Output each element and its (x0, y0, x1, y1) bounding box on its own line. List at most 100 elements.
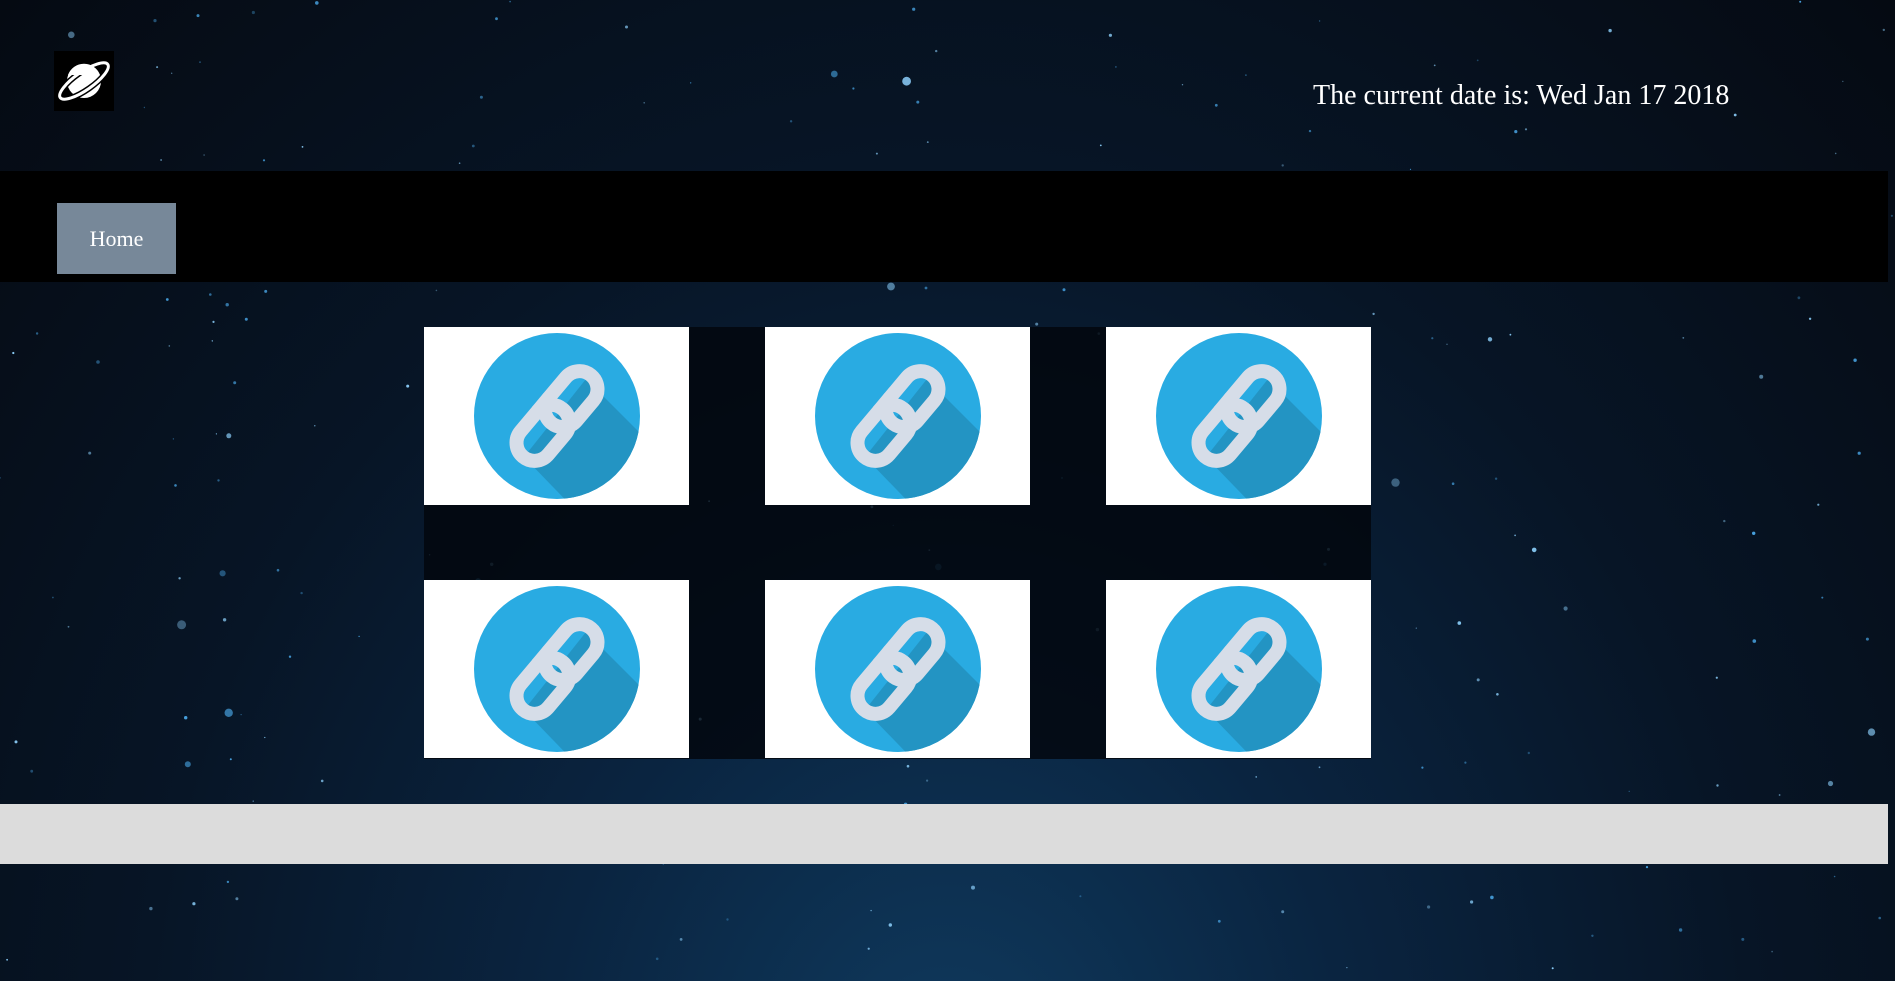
star (224, 708, 233, 717)
star (1752, 531, 1756, 535)
star (14, 740, 18, 744)
current-date-text: The current date is: Wed Jan 17 2018 (1313, 80, 1730, 111)
star (1451, 482, 1455, 486)
star (935, 49, 938, 53)
star (1281, 164, 1284, 167)
link-icon (815, 329, 981, 503)
star (926, 779, 929, 782)
star (1308, 129, 1312, 133)
star (88, 451, 92, 455)
star (0, 477, 1, 479)
star (435, 289, 438, 292)
star (229, 758, 232, 761)
link-tile[interactable] (424, 327, 689, 505)
star (6, 958, 8, 961)
star (235, 897, 239, 901)
star (679, 938, 683, 941)
link-tile[interactable] (765, 580, 1030, 758)
star (212, 320, 215, 323)
star (1255, 776, 1257, 778)
nav-home-button[interactable]: Home (57, 203, 176, 274)
star (1281, 910, 1285, 914)
star (1531, 547, 1537, 553)
star (726, 918, 729, 921)
star (184, 716, 188, 720)
star (1778, 794, 1781, 796)
star (217, 479, 220, 482)
link-tile[interactable] (424, 580, 689, 758)
star (68, 31, 75, 39)
star (479, 95, 483, 99)
star (1733, 113, 1737, 117)
star (1799, 0, 1802, 3)
star (1391, 478, 1400, 487)
link-tile[interactable] (1106, 580, 1371, 758)
star (1682, 337, 1685, 339)
star (1217, 919, 1221, 923)
star (1771, 950, 1773, 953)
star (233, 381, 237, 385)
star (1476, 59, 1479, 62)
star (1514, 130, 1518, 134)
star (1833, 875, 1836, 878)
star (143, 106, 146, 109)
star (1214, 103, 1218, 107)
star (1346, 967, 1348, 969)
star (655, 957, 659, 961)
star (406, 384, 410, 388)
star (1527, 751, 1531, 755)
star (96, 360, 100, 364)
star (1817, 503, 1820, 506)
footer-bar (0, 804, 1888, 864)
star (1115, 66, 1117, 68)
star (168, 345, 171, 347)
planet-logo-icon[interactable] (54, 51, 114, 111)
star (789, 120, 793, 123)
star (1433, 64, 1436, 67)
star (1827, 780, 1834, 787)
star (251, 10, 255, 15)
star (509, 0, 511, 3)
star (643, 102, 645, 104)
link-tile[interactable] (765, 327, 1030, 505)
star (199, 61, 201, 63)
star (971, 885, 975, 890)
star (1181, 84, 1184, 86)
star (471, 144, 475, 148)
star (160, 159, 163, 161)
star (912, 7, 916, 11)
star (1551, 967, 1554, 970)
star (12, 351, 15, 355)
star (177, 620, 187, 630)
star (1834, 152, 1837, 155)
star (887, 282, 895, 291)
star (1464, 761, 1467, 764)
link-grid (424, 327, 1371, 759)
star (264, 736, 266, 739)
star (1878, 916, 1881, 920)
star (1062, 288, 1066, 292)
star (52, 596, 54, 599)
star (458, 162, 461, 164)
star (178, 577, 181, 580)
star (1857, 451, 1861, 455)
star (165, 298, 169, 301)
star (1759, 374, 1764, 379)
star (1741, 937, 1745, 941)
star (1421, 766, 1424, 769)
link-tile[interactable] (1106, 327, 1371, 505)
star (264, 289, 268, 293)
star (1715, 676, 1718, 679)
star (156, 66, 159, 69)
star (1678, 928, 1683, 932)
star (1427, 905, 1431, 909)
star (924, 286, 928, 290)
star (1890, 214, 1893, 217)
star (203, 154, 205, 156)
star (1372, 312, 1375, 316)
star (1099, 144, 1102, 147)
star (875, 152, 878, 155)
star (1723, 519, 1726, 523)
star (240, 714, 242, 716)
star (1524, 128, 1528, 131)
